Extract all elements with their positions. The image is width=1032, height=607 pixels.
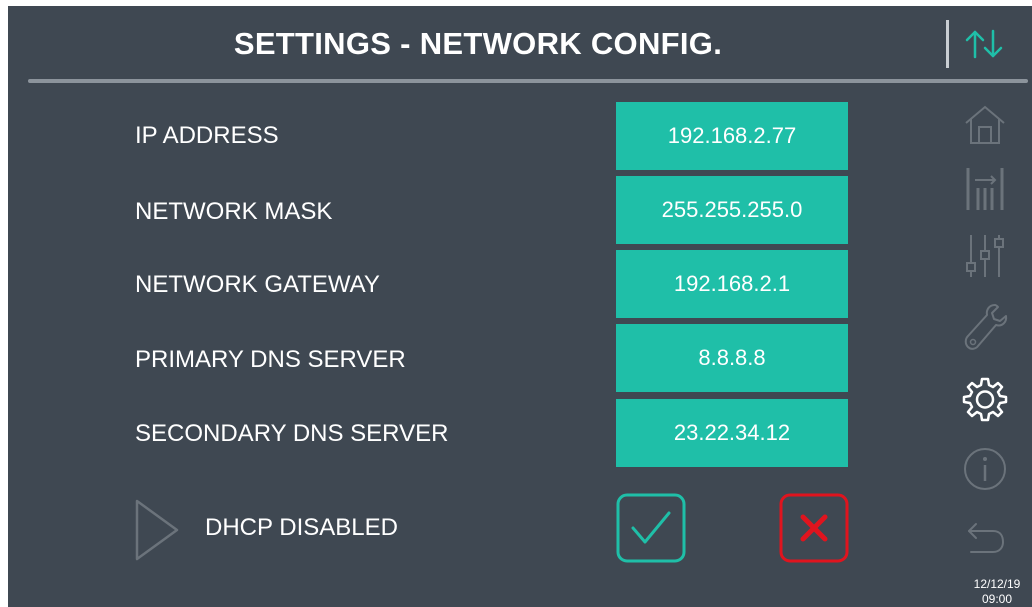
network-mask-label: NETWORK MASK <box>135 198 333 225</box>
home-icon <box>965 105 1005 144</box>
nav-tools-button[interactable] <box>962 304 1008 350</box>
title-divider <box>28 79 1028 83</box>
wrench-icon <box>964 304 1008 350</box>
header-separator <box>946 20 949 68</box>
network-mask-field[interactable]: 255.255.255.0 <box>616 176 848 244</box>
sort-button[interactable] <box>954 22 1014 66</box>
check-icon <box>616 493 686 563</box>
play-triangle-icon <box>135 499 179 561</box>
nav-sliders-button[interactable] <box>962 233 1008 279</box>
sort-up-down-icon <box>965 29 1003 59</box>
ip-address-field[interactable]: 192.168.2.77 <box>616 102 848 170</box>
back-arrow-icon <box>968 523 1004 553</box>
cancel-button[interactable] <box>779 493 849 563</box>
ip-address-label: IP ADDRESS <box>135 122 279 149</box>
nav-back-button[interactable] <box>962 516 1008 562</box>
current-date: 12/12/19 <box>973 577 1021 591</box>
gear-icon <box>962 377 1008 422</box>
current-time: 09:00 <box>981 592 1013 606</box>
date-time-display: 12/12/19 09:00 <box>964 577 1030 607</box>
primary-dns-field[interactable]: 8.8.8.8 <box>616 324 848 392</box>
dhcp-status-label: DHCP DISABLED <box>205 514 398 541</box>
nav-info-button[interactable] <box>962 446 1008 492</box>
info-icon <box>964 448 1006 490</box>
secondary-dns-field[interactable]: 23.22.34.12 <box>616 399 848 467</box>
dhcp-toggle-button[interactable] <box>133 497 183 563</box>
secondary-dns-label: SECONDARY DNS SERVER <box>135 420 449 447</box>
nav-settings-button[interactable] <box>962 376 1008 422</box>
network-gateway-field[interactable]: 192.168.2.1 <box>616 250 848 318</box>
network-gateway-label: NETWORK GATEWAY <box>135 271 380 298</box>
sliders-icon <box>966 235 1004 277</box>
nav-levels-button[interactable] <box>962 166 1008 212</box>
confirm-button[interactable] <box>616 493 686 563</box>
page-title: SETTINGS - NETWORK CONFIG. <box>233 26 723 61</box>
settings-screen: SETTINGS - NETWORK CONFIG. IP ADDRESS 19… <box>8 6 1032 607</box>
nav-home-button[interactable] <box>962 102 1008 148</box>
primary-dns-label: PRIMARY DNS SERVER <box>135 346 406 373</box>
levels-icon <box>966 168 1004 210</box>
close-x-icon <box>779 493 849 563</box>
